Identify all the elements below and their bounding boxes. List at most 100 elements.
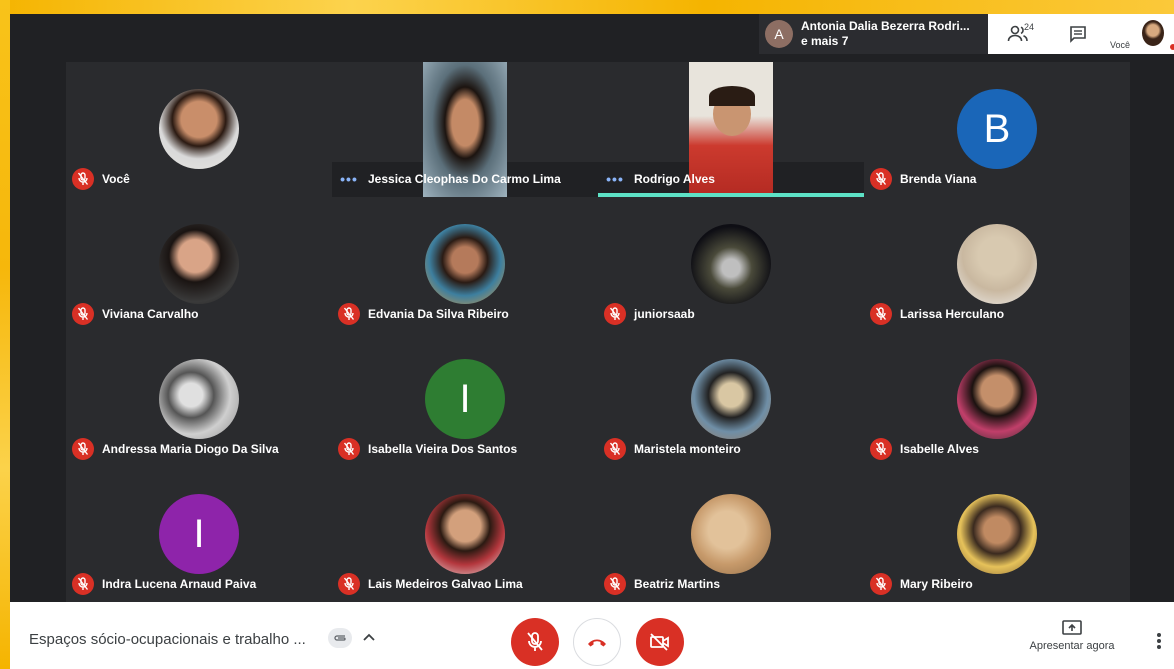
participant-avatar bbox=[691, 224, 771, 304]
audio-level-icon: ••• bbox=[340, 171, 358, 187]
participant-avatar: B bbox=[957, 89, 1037, 169]
camera-toggle-button[interactable] bbox=[636, 618, 684, 666]
present-screen-icon bbox=[1062, 620, 1082, 635]
mic-off-icon bbox=[527, 632, 543, 651]
present-now-label: Apresentar agora bbox=[1029, 640, 1115, 652]
participant-label: Edvania Da Silva Ribeiro bbox=[338, 303, 509, 325]
participant-label: Lais Medeiros Galvao Lima bbox=[338, 573, 523, 595]
participant-label: Andressa Maria Diogo Da Silva bbox=[72, 438, 279, 460]
participant-name: Você bbox=[102, 172, 130, 186]
mic-off-icon bbox=[338, 438, 360, 460]
participant-avatar bbox=[159, 224, 239, 304]
audio-level-icon: ••• bbox=[606, 171, 624, 187]
participant-name: Isabelle Alves bbox=[900, 442, 979, 456]
chat-button[interactable] bbox=[1048, 14, 1108, 54]
participant-tile[interactable]: Lais Medeiros Galvao Lima bbox=[332, 467, 598, 602]
participant-label: Isabelle Alves bbox=[870, 438, 979, 460]
participant-label: Mary Ribeiro bbox=[870, 573, 973, 595]
present-now-button[interactable]: Apresentar agora bbox=[1022, 620, 1122, 652]
participant-name: Mary Ribeiro bbox=[900, 577, 973, 591]
hang-up-icon bbox=[588, 639, 606, 647]
attachment-button[interactable] bbox=[328, 628, 352, 648]
mic-off-icon bbox=[870, 438, 892, 460]
mic-off-icon bbox=[870, 303, 892, 325]
participant-name: Larissa Herculano bbox=[900, 307, 1005, 321]
presenter-more: e mais 7 bbox=[801, 34, 849, 48]
participant-name: Beatriz Martins bbox=[634, 577, 721, 591]
mic-off-icon bbox=[72, 303, 94, 325]
leave-call-button[interactable] bbox=[573, 618, 621, 666]
participant-label: juniorsaab bbox=[604, 303, 695, 325]
people-button[interactable]: 24 bbox=[988, 14, 1048, 54]
attachment-icon bbox=[334, 635, 346, 641]
mic-off-icon bbox=[870, 168, 892, 190]
participant-tile[interactable]: Beatriz Martins bbox=[598, 467, 864, 602]
participant-tile[interactable]: ••• Rodrigo Alves bbox=[598, 62, 864, 197]
mic-off-icon bbox=[338, 303, 360, 325]
participant-label: Isabella Vieira Dos Santos bbox=[338, 438, 517, 460]
participant-name: Indra Lucena Arnaud Paiva bbox=[102, 577, 257, 591]
self-preview[interactable]: Você bbox=[1108, 14, 1174, 54]
participant-tile[interactable]: Você bbox=[66, 62, 332, 197]
participant-name: Edvania Da Silva Ribeiro bbox=[368, 307, 509, 321]
participant-label: Beatriz Martins bbox=[604, 573, 720, 595]
yellow-frame-top bbox=[0, 0, 1174, 14]
participant-name: Lais Medeiros Galvao Lima bbox=[368, 577, 523, 591]
participant-tile[interactable]: Maristela monteiro bbox=[598, 332, 864, 467]
participant-avatar bbox=[957, 494, 1037, 574]
mic-off-icon bbox=[72, 438, 94, 460]
participant-tile[interactable]: Isabelle Alves bbox=[864, 332, 1130, 467]
participant-name: Maristela monteiro bbox=[634, 442, 741, 456]
mic-off-indicator bbox=[1170, 44, 1174, 50]
participant-avatar bbox=[691, 359, 771, 439]
participant-label: Viviana Carvalho bbox=[72, 303, 199, 325]
participant-tile[interactable]: juniorsaab bbox=[598, 197, 864, 332]
camera-off-icon bbox=[650, 633, 669, 651]
participant-label: Maristela monteiro bbox=[604, 438, 741, 460]
participant-tile[interactable]: ••• Jessica Cleophas Do Carmo Lima bbox=[332, 62, 598, 197]
mic-off-icon bbox=[338, 573, 360, 595]
participant-avatar bbox=[159, 359, 239, 439]
participant-name: Andressa Maria Diogo Da Silva bbox=[102, 442, 279, 456]
chevron-up-icon bbox=[363, 633, 375, 641]
presenter-indicator[interactable]: A Antonia Dalia Bezerra Rodri... e mais … bbox=[759, 14, 988, 54]
participant-label: Indra Lucena Arnaud Paiva bbox=[72, 573, 256, 595]
participant-avatar: I bbox=[425, 359, 505, 439]
bottom-bar: Espaços sócio-ocupacionais e trabalho ..… bbox=[10, 602, 1174, 669]
participant-avatar bbox=[957, 359, 1037, 439]
mic-off-icon bbox=[604, 303, 626, 325]
more-options-button[interactable] bbox=[1156, 632, 1162, 655]
participant-avatar bbox=[159, 89, 239, 169]
participant-tile[interactable]: Edvania Da Silva Ribeiro bbox=[332, 197, 598, 332]
presenter-name: Antonia Dalia Bezerra Rodri... bbox=[801, 19, 970, 33]
participant-avatar bbox=[957, 224, 1037, 304]
participant-tile[interactable]: Andressa Maria Diogo Da Silva bbox=[66, 332, 332, 467]
more-vert-icon bbox=[1157, 633, 1161, 649]
chat-icon bbox=[1070, 26, 1086, 43]
top-toolbar: 24 Você bbox=[988, 14, 1174, 54]
meeting-details-toggle[interactable] bbox=[362, 630, 376, 648]
participant-label: Larissa Herculano bbox=[870, 303, 1004, 325]
participant-tile[interactable]: Larissa Herculano bbox=[864, 197, 1130, 332]
participant-tile[interactable]: Mary Ribeiro bbox=[864, 467, 1130, 602]
participant-tile[interactable]: B Brenda Viana bbox=[864, 62, 1130, 197]
presenter-avatar: A bbox=[765, 20, 793, 48]
microphone-toggle-button[interactable] bbox=[511, 618, 559, 666]
people-count: 24 bbox=[1024, 22, 1035, 32]
participant-tile[interactable]: Viviana Carvalho bbox=[66, 197, 332, 332]
participant-label: Brenda Viana bbox=[870, 168, 976, 190]
presenter-text: Antonia Dalia Bezerra Rodri... e mais 7 bbox=[801, 19, 970, 49]
self-preview-label: Você bbox=[1110, 40, 1131, 50]
participant-tile[interactable]: I Isabella Vieira Dos Santos bbox=[332, 332, 598, 467]
participant-name: Brenda Viana bbox=[900, 172, 977, 186]
meeting-title[interactable]: Espaços sócio-ocupacionais e trabalho ..… bbox=[29, 631, 306, 648]
participant-name: Viviana Carvalho bbox=[102, 307, 199, 321]
self-avatar bbox=[1142, 20, 1164, 46]
participant-name: Jessica Cleophas Do Carmo Lima bbox=[368, 172, 561, 186]
participant-avatar bbox=[691, 494, 771, 574]
participant-avatar bbox=[425, 494, 505, 574]
yellow-frame-left bbox=[0, 0, 10, 669]
participant-tile[interactable]: I Indra Lucena Arnaud Paiva bbox=[66, 467, 332, 602]
participant-avatar bbox=[425, 224, 505, 304]
mic-off-icon bbox=[72, 573, 94, 595]
